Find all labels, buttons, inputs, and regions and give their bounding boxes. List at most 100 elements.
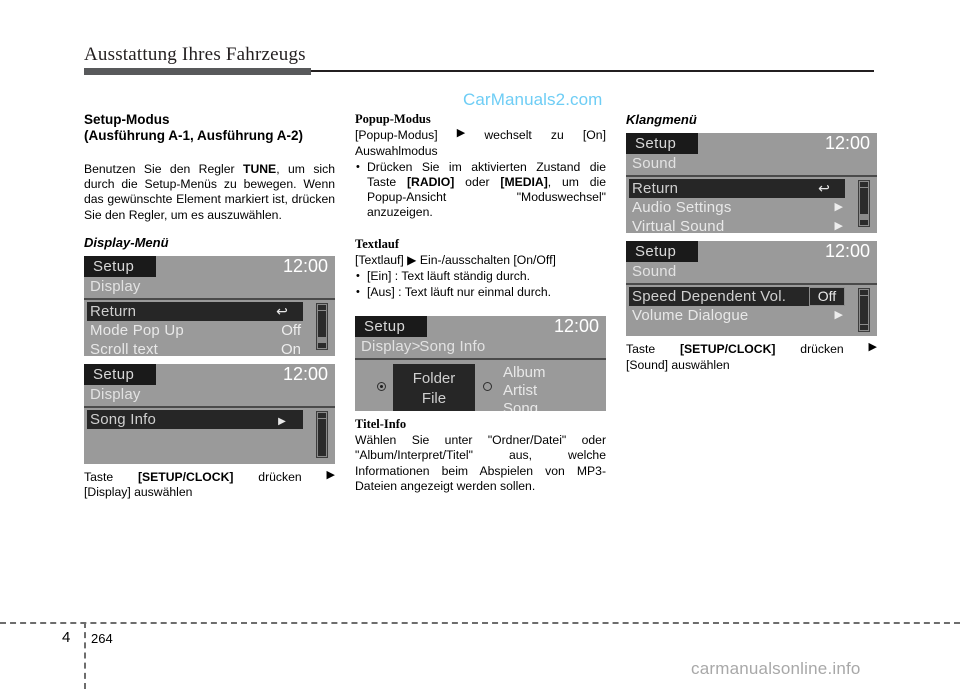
lcd-scrollbar[interactable]	[316, 302, 328, 350]
lcd-row-label: Virtual Sound	[632, 218, 725, 233]
lcd-row-label: Return	[632, 180, 679, 197]
option-song-label: Song	[503, 400, 539, 412]
lcd-row-label: Song Info	[90, 410, 157, 428]
lcd-row-list: Speed Dependent Vol. Off Volume Dialogue…	[626, 285, 877, 325]
scrollbar-cap-bottom	[860, 325, 868, 330]
right-arrow-icon: ▶	[834, 201, 843, 213]
header-rule	[84, 68, 874, 76]
titel-info-heading: Titel-Info	[355, 417, 407, 432]
scrollbar-cap-top	[860, 290, 868, 295]
lcd-row-list: Song Info ▶	[84, 408, 335, 429]
popup-bullet-text-2: oder	[454, 174, 501, 189]
scrollbar-cap-top	[860, 182, 868, 187]
lcd-subtitle-label: Sound	[632, 263, 677, 280]
lcd-row-label: Volume Dialogue	[632, 307, 749, 324]
lcd-row-label: Scroll text	[90, 340, 159, 356]
option-folder-label: Folder	[412, 370, 456, 388]
page-header: Ausstattung Ihres Fahrzeugs	[84, 44, 874, 76]
return-arrow-icon[interactable]: ↩	[261, 301, 303, 321]
lcd-subtitle-label: Display	[90, 385, 141, 403]
caption-word-druecken: drücken	[800, 342, 844, 356]
lcd-subtitle: Display	[84, 385, 335, 408]
textlauf-bullet-item: [Aus] : Text läuft nur einmal durch.	[355, 285, 606, 300]
textlauf-bullet-list: [Ein] : Text läuft ständig durch. [Aus] …	[355, 269, 606, 301]
caption-word-druecken: drücken	[258, 469, 302, 484]
scrollbar-cap-bottom	[318, 342, 326, 348]
lcd-display-songinfo-screen[interactable]: Setup 12:00 Display Song Info ▶	[84, 363, 335, 464]
option-album-artist-song[interactable]: Album Artist Song	[503, 364, 546, 411]
lcd-row-virtual-sound[interactable]: Virtual Sound ▶	[629, 217, 871, 233]
right-column: Klangmenü Setup 12:00 Sound Return ↩ Aud…	[626, 112, 877, 373]
scrollbar-thumb[interactable]	[860, 296, 868, 324]
setup-modus-intro: Benutzen Sie den Regler TUNE, um sich du…	[84, 162, 335, 223]
scrollbar-cap-top	[318, 304, 326, 310]
lcd-row-speed-dependent-vol[interactable]: Speed Dependent Vol. Off	[629, 287, 871, 306]
lcd-titlebar: Setup 12:00	[84, 363, 335, 385]
scrollbar-thumb[interactable]	[318, 418, 326, 451]
lcd-scrollbar[interactable]	[858, 180, 870, 227]
middle-column: Popup-Modus [Popup-Modus] ▶ wechselt zu …	[355, 112, 606, 494]
scrollbar-thumb[interactable]	[860, 188, 868, 214]
lcd-row-mode-pop-up[interactable]: Mode Pop Up Off	[87, 321, 329, 340]
caption-word-taste: Taste	[84, 469, 114, 484]
option-artist-label: Artist	[503, 382, 538, 400]
popup-bullet-item: Drücken Sie im aktivierten Zustand die T…	[355, 160, 606, 221]
scrollbar-cap-bottom	[860, 220, 868, 225]
header-rule-thick	[84, 68, 311, 75]
right-arrow-icon[interactable]: ▶	[261, 409, 303, 429]
popup-token-on: [On]	[582, 128, 606, 142]
intro-bold-tune: TUNE	[243, 162, 277, 176]
lcd-title-label: Setup	[364, 318, 406, 336]
popup-modus-heading: Popup-Modus	[355, 112, 431, 126]
lcd-sound-speedvol-screen[interactable]: Setup 12:00 Sound Speed Dependent Vol. O…	[626, 241, 877, 336]
lcd-row-audio-settings[interactable]: Audio Settings ▶	[629, 198, 871, 217]
option-folder-file[interactable]: Folder File	[393, 364, 475, 412]
right-caption-line1: Taste [SETUP/CLOCK] drücken ▶	[626, 342, 877, 358]
breadcrumb-part-song-info: Song Info	[419, 338, 486, 356]
radio-album-artist-song[interactable]	[483, 382, 492, 392]
footer-divider	[0, 622, 960, 624]
lcd-row-label: Speed Dependent Vol.	[632, 288, 787, 305]
textlauf-bullet-item: [Ein] : Text läuft ständig durch.	[355, 269, 606, 284]
lcd-titlebar: Setup 12:00	[626, 133, 877, 154]
lcd-row-return[interactable]: Return ↩	[87, 301, 329, 321]
lcd-clock: 12:00	[282, 363, 328, 384]
scrollbar-thumb[interactable]	[318, 310, 326, 337]
left-column: Setup-Modus (Ausführung A-1, Ausführung …	[84, 112, 335, 501]
setup-modus-heading: Setup-Modus (Ausführung A-1, Ausführung …	[84, 112, 335, 144]
footer-page-number: 264	[91, 631, 113, 646]
lcd-row-value-box[interactable]: Off	[809, 287, 845, 306]
lcd-scrollbar[interactable]	[316, 410, 328, 458]
lcd-row-return[interactable]: Return ↩	[629, 179, 871, 198]
lcd-clock: 12:00	[824, 133, 870, 153]
textlauf-line: [Textlauf] ▶ Ein-/ausschalten [On/Off]	[355, 252, 556, 267]
textlauf-heading: Textlauf	[355, 236, 399, 251]
lcd-row-list: Return ↩ Mode Pop Up Off Scroll text On	[84, 300, 335, 356]
lcd-subtitle-label: Display	[90, 277, 141, 295]
right-caption-line2: [Sound] auswählen	[626, 357, 730, 372]
option-file-label: File	[421, 390, 447, 408]
return-arrow-icon[interactable]: ↩	[803, 179, 845, 198]
lcd-scrollbar[interactable]	[858, 288, 870, 332]
lcd-clock: 12:00	[553, 316, 599, 337]
lcd-display-menu-screen[interactable]: Setup 12:00 Display Return ↩ Mode Pop Up…	[84, 255, 335, 356]
lcd-row-scroll-text[interactable]: Scroll text On	[87, 340, 329, 356]
radio-folder-file[interactable]	[377, 382, 386, 392]
lcd-song-info-select-screen[interactable]: Setup 12:00 Display>Song Info Folder Fil…	[355, 316, 606, 412]
scrollbar-cap-bottom	[318, 450, 326, 456]
lcd-row-volume-dialogue[interactable]: Volume Dialogue ▶	[629, 306, 871, 325]
caption-bold-setup-clock: [SETUP/CLOCK]	[137, 469, 234, 484]
popup-mode-line2: Auswahlmodus	[355, 143, 438, 158]
lcd-clock: 12:00	[824, 241, 870, 261]
caption-bold-setup-clock: [SETUP/CLOCK]	[679, 342, 776, 356]
lcd-row-label: Return	[90, 302, 137, 320]
lcd-row-song-info[interactable]: Song Info ▶	[87, 409, 329, 429]
lcd-sound-menu-screen[interactable]: Setup 12:00 Sound Return ↩ Audio Setting…	[626, 133, 877, 233]
intro-before: Benutzen Sie den Regler	[84, 162, 243, 176]
lcd-title-label: Setup	[93, 365, 135, 383]
popup-token-label: [Popup-Modus]	[355, 128, 438, 142]
display-menu-heading: Display-Menü	[84, 234, 169, 250]
lcd-title-label: Setup	[635, 243, 677, 260]
watermark-bottom: carmanualsonline.info	[691, 659, 861, 678]
right-arrow-icon: ▶	[834, 309, 843, 321]
